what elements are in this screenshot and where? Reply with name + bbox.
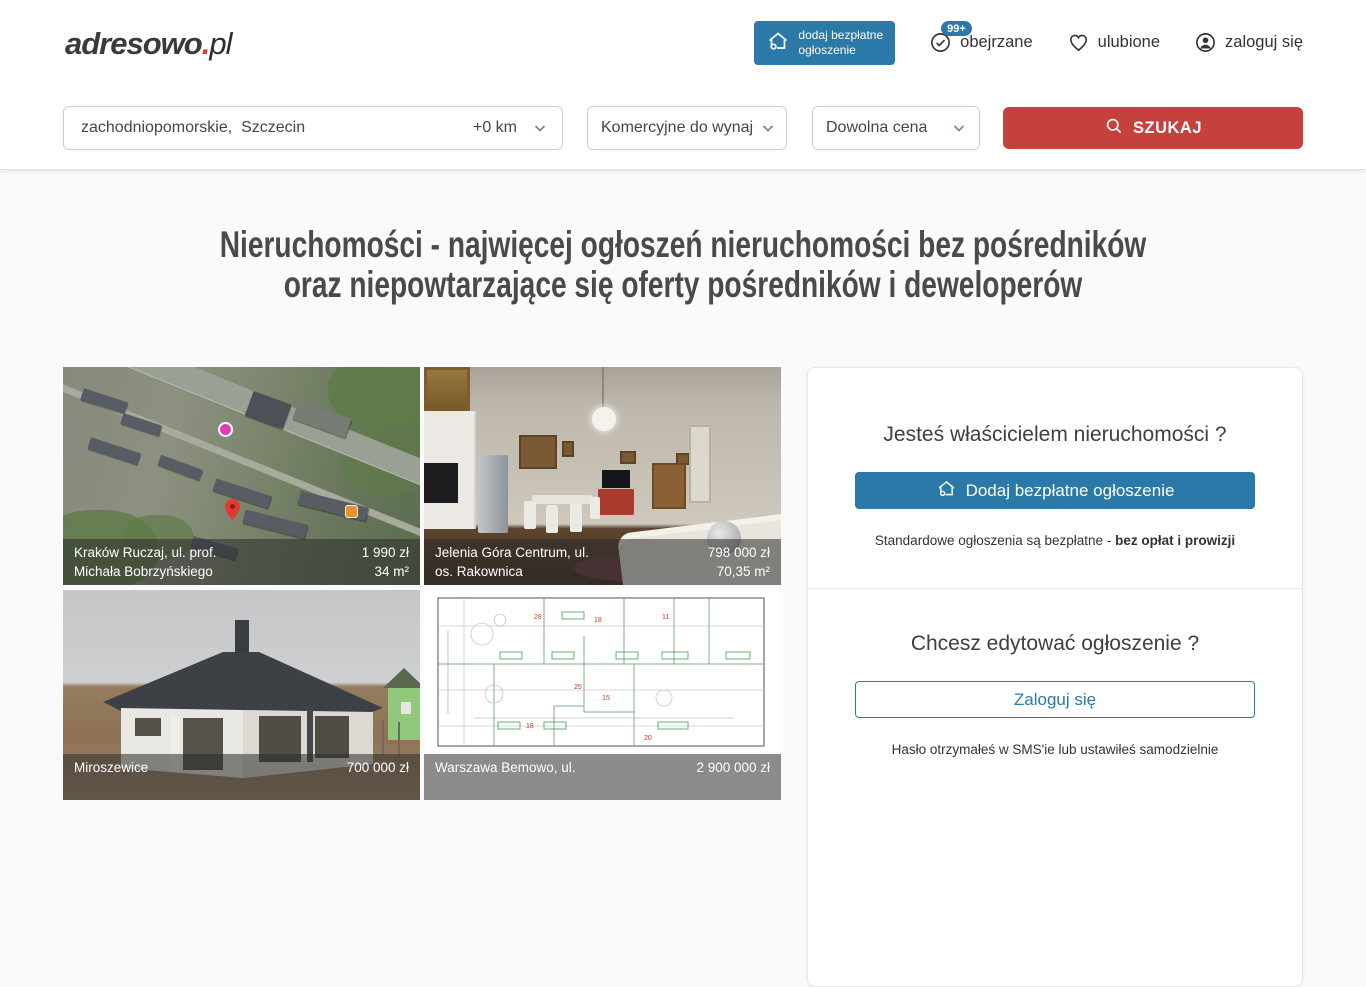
- listing-caption: Jelenia Góra Centrum, ul. os. Rakownica …: [424, 539, 781, 585]
- page-title-line2: oraz niepowtarzające się oferty pośredni…: [164, 265, 1202, 305]
- edit-section: Chcesz edytować ogłoszenie ? Zaloguj się…: [808, 589, 1302, 757]
- logo-text-tld: pl: [209, 26, 231, 61]
- user-circle-icon: [1194, 31, 1217, 54]
- chevron-down-icon[interactable]: [532, 120, 548, 136]
- nav-item-viewed[interactable]: 99+ obejrzane: [929, 31, 1032, 54]
- radius-value: +0 km: [473, 119, 517, 137]
- cta-sidebar: Jesteś właścicielem nieruchomości ? Doda…: [807, 367, 1303, 987]
- search-button[interactable]: SZUKAJ: [1003, 107, 1303, 149]
- svg-text:18: 18: [526, 723, 534, 730]
- listing-grid: Kraków Ruczaj, ul. prof. Michała Bobrzyń…: [63, 367, 781, 800]
- nav-item-login[interactable]: zaloguj się: [1194, 31, 1303, 54]
- viewed-count-badge: 99+: [941, 21, 972, 36]
- add-listing-label-line2: ogłoszenie: [798, 43, 883, 58]
- add-listing-cta-label: Dodaj bezpłatne ogłoszenie: [966, 481, 1175, 501]
- listing-caption: Warszawa Bemowo, ul. 2 900 000 zł: [424, 754, 781, 800]
- price-value: Dowolna cena: [826, 119, 945, 137]
- login-label: zaloguj się: [1225, 33, 1303, 52]
- add-listing-label-line1: dodaj bezpłatne: [798, 28, 883, 43]
- map-pin-icon: [225, 499, 240, 520]
- location-value: zachodniopomorskie, Szczecin: [81, 119, 305, 137]
- listing-card-miroszewice[interactable]: Miroszewice 700 000 zł: [63, 590, 420, 800]
- nav-item-favorites[interactable]: ulubione: [1067, 31, 1160, 54]
- owner-heading: Jesteś właścicielem nieruchomości ?: [808, 422, 1302, 448]
- chevron-down-icon: [951, 120, 967, 136]
- add-listing-cta-button[interactable]: Dodaj bezpłatne ogłoszenie: [855, 472, 1255, 509]
- listing-price: 798 000 zł: [708, 543, 770, 562]
- listing-area: 34 m²: [362, 562, 409, 581]
- logo-text-main: adresowo: [65, 26, 202, 61]
- search-button-label: SZUKAJ: [1133, 119, 1202, 138]
- poi-marker-icon: [345, 505, 358, 518]
- svg-text:28: 28: [534, 614, 542, 621]
- add-listing-button[interactable]: dodaj bezpłatne ogłoszenie: [754, 21, 895, 65]
- favorites-label: ulubione: [1098, 33, 1160, 52]
- svg-text:20: 20: [644, 735, 652, 742]
- svg-text:15: 15: [602, 695, 610, 702]
- listing-caption: Miroszewice 700 000 zł: [63, 754, 420, 800]
- listing-price: 1 990 zł: [362, 543, 409, 562]
- listing-card-krakow[interactable]: Kraków Ruczaj, ul. prof. Michała Bobrzyń…: [63, 367, 420, 585]
- listing-card-jelenia-gora[interactable]: Jelenia Góra Centrum, ul. os. Rakownica …: [424, 367, 781, 585]
- site-logo[interactable]: adresowo.pl: [65, 26, 231, 62]
- listing-title-line1: Jelenia Góra Centrum, ul.: [435, 543, 589, 562]
- owner-section: Jesteś właścicielem nieruchomości ? Doda…: [808, 368, 1302, 548]
- price-select[interactable]: Dowolna cena: [812, 106, 980, 150]
- viewed-label: obejrzane: [960, 33, 1032, 52]
- listing-title-line2: os. Rakownica: [435, 562, 589, 581]
- svg-text:25: 25: [574, 684, 582, 691]
- location-input[interactable]: zachodniopomorskie, Szczecin +0 km: [63, 106, 563, 150]
- category-value: Komercyjne do wynaję: [601, 119, 754, 137]
- listing-card-warszawa[interactable]: 28 11 18 25 15 18 20 Warszawa Bemowo, ul. 2 …: [424, 590, 781, 800]
- listing-title-line1: Kraków Ruczaj, ul. prof.: [74, 543, 217, 562]
- owner-note-bold: bez opłat i prowizji: [1115, 533, 1235, 548]
- transit-marker-icon: [218, 422, 233, 437]
- search-icon: [1104, 116, 1124, 141]
- page-title: Nieruchomości - najwięcej ogłoszeń nieru…: [0, 225, 1366, 305]
- listing-area: 70,35 m²: [708, 562, 770, 581]
- svg-text:11: 11: [662, 614, 669, 621]
- owner-note: Standardowe ogłoszenia są bezpłatne - be…: [808, 533, 1302, 548]
- house-plus-icon: [766, 29, 790, 57]
- category-select[interactable]: Komercyjne do wynaję: [587, 106, 787, 150]
- house-plus-icon: [936, 478, 957, 504]
- top-navigation: dodaj bezpłatne ogłoszenie 99+ obejrzane…: [754, 0, 1303, 85]
- listing-title-line2: Michała Bobrzyńskiego: [74, 562, 217, 581]
- chevron-down-icon: [760, 120, 776, 136]
- listing-caption: Kraków Ruczaj, ul. prof. Michała Bobrzyń…: [63, 539, 420, 585]
- header: adresowo.pl dodaj bezpłatne ogłoszenie: [0, 0, 1366, 170]
- heart-icon: [1067, 31, 1090, 54]
- edit-heading: Chcesz edytować ogłoszenie ?: [808, 631, 1302, 657]
- edit-note: Hasło otrzymałeś w SMS'ie lub ustawiłeś …: [808, 742, 1302, 757]
- page-title-line1: Nieruchomości - najwięcej ogłoszeń nieru…: [164, 225, 1202, 265]
- svg-text:18: 18: [594, 617, 602, 624]
- login-cta-button[interactable]: Zaloguj się: [855, 681, 1255, 718]
- search-bar: zachodniopomorskie, Szczecin +0 km Komer…: [63, 106, 1303, 150]
